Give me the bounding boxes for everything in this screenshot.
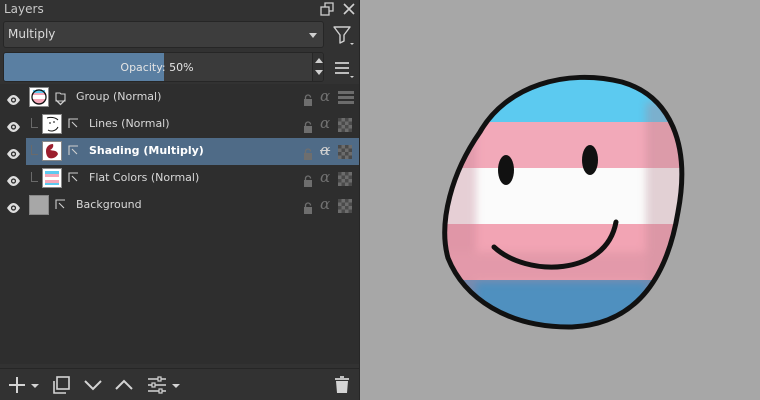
paint-layer-icon bbox=[68, 114, 79, 128]
right-eye bbox=[582, 145, 598, 175]
alpha-lock-icon[interactable]: α bbox=[320, 168, 330, 186]
pass-through-icon[interactable] bbox=[338, 91, 354, 104]
add-layer-menu-icon[interactable] bbox=[29, 374, 41, 396]
add-layer-icon[interactable] bbox=[6, 374, 28, 396]
layer-list[interactable]: Group (Normal) α Lines (Normal) α Shading (M… bbox=[0, 84, 359, 364]
canvas[interactable] bbox=[361, 0, 760, 400]
float-icon[interactable] bbox=[319, 1, 335, 17]
visibility-eye-icon[interactable] bbox=[6, 172, 21, 186]
layer-name[interactable]: Flat Colors (Normal) bbox=[89, 171, 199, 184]
paint-layer-icon bbox=[55, 195, 66, 209]
tree-branch bbox=[31, 145, 38, 155]
visibility-eye-icon[interactable] bbox=[6, 199, 21, 213]
duplicate-layer-icon[interactable] bbox=[50, 374, 72, 396]
opacity-value: 50% bbox=[169, 61, 194, 74]
layer-row[interactable]: Shading (Multiply) α bbox=[0, 138, 359, 165]
close-icon[interactable] bbox=[341, 1, 357, 17]
trans-flag-smiley-artwork bbox=[442, 74, 685, 330]
tree-branch bbox=[31, 172, 38, 182]
delete-layer-icon[interactable] bbox=[331, 374, 353, 396]
spin-down-icon[interactable] bbox=[315, 70, 323, 75]
move-layer-down-icon[interactable] bbox=[82, 374, 104, 396]
layer-row[interactable]: Flat Colors (Normal) α bbox=[0, 165, 359, 192]
lock-icon[interactable] bbox=[303, 172, 313, 187]
alpha-lock-icon[interactable]: α bbox=[320, 114, 330, 132]
menu-icon[interactable] bbox=[330, 55, 356, 81]
chevron-down-icon bbox=[309, 33, 317, 38]
layer-name[interactable]: Shading (Multiply) bbox=[89, 144, 204, 157]
tree-branch bbox=[31, 118, 38, 128]
docker-titlebar: Layers bbox=[0, 0, 360, 18]
layer-row[interactable]: Group (Normal) α bbox=[0, 84, 359, 111]
visibility-eye-icon[interactable] bbox=[6, 91, 21, 105]
left-eye bbox=[498, 155, 514, 185]
layer-thumbnail bbox=[42, 114, 62, 134]
layer-row[interactable]: Lines (Normal) α bbox=[0, 111, 359, 138]
layer-name[interactable]: Lines (Normal) bbox=[89, 117, 170, 130]
layer-toolbar bbox=[0, 368, 359, 400]
blend-mode-value: Multiply bbox=[8, 27, 56, 41]
paint-layer-icon bbox=[68, 141, 79, 155]
alpha-lock-icon[interactable]: α bbox=[320, 141, 330, 159]
layer-row[interactable]: Background α bbox=[0, 192, 359, 219]
lock-icon[interactable] bbox=[303, 91, 313, 106]
inherit-alpha-icon[interactable] bbox=[338, 172, 352, 186]
alpha-lock-icon[interactable]: α bbox=[320, 195, 330, 213]
layer-name[interactable]: Background bbox=[76, 198, 142, 211]
blend-mode-select[interactable]: Multiply bbox=[3, 21, 324, 48]
layer-properties-menu-icon[interactable] bbox=[170, 374, 182, 396]
alpha-lock-icon[interactable]: α bbox=[320, 87, 330, 105]
move-layer-up-icon[interactable] bbox=[113, 374, 135, 396]
paint-layer-icon bbox=[68, 168, 79, 182]
inherit-alpha-icon[interactable] bbox=[338, 199, 352, 213]
layer-thumbnail bbox=[29, 87, 49, 107]
layer-thumbnail bbox=[42, 168, 62, 188]
layer-name[interactable]: Group (Normal) bbox=[76, 90, 161, 103]
docker-title: Layers bbox=[4, 2, 44, 16]
lock-icon[interactable] bbox=[303, 118, 313, 133]
lock-icon[interactable] bbox=[303, 199, 313, 214]
layer-thumbnail bbox=[29, 195, 49, 215]
opacity-spinbox[interactable] bbox=[312, 53, 323, 81]
visibility-eye-icon[interactable] bbox=[6, 145, 21, 159]
layers-docker: Layers Multiply Opacity: 50% Group (Norm… bbox=[0, 0, 360, 400]
inherit-alpha-icon[interactable] bbox=[338, 145, 352, 159]
folder-icon bbox=[55, 87, 66, 102]
layer-thumbnail bbox=[42, 141, 62, 161]
spin-up-icon[interactable] bbox=[315, 58, 323, 63]
lock-icon[interactable] bbox=[303, 145, 313, 160]
opacity-label: Opacity: bbox=[120, 61, 166, 74]
inherit-alpha-icon[interactable] bbox=[338, 118, 352, 132]
layer-properties-icon[interactable] bbox=[146, 374, 168, 396]
filter-icon[interactable] bbox=[330, 22, 356, 48]
visibility-eye-icon[interactable] bbox=[6, 118, 21, 132]
expand-chevron-icon[interactable] bbox=[55, 99, 66, 107]
opacity-slider[interactable]: Opacity: 50% bbox=[3, 52, 324, 82]
opacity-readout: Opacity: 50% bbox=[4, 61, 310, 74]
